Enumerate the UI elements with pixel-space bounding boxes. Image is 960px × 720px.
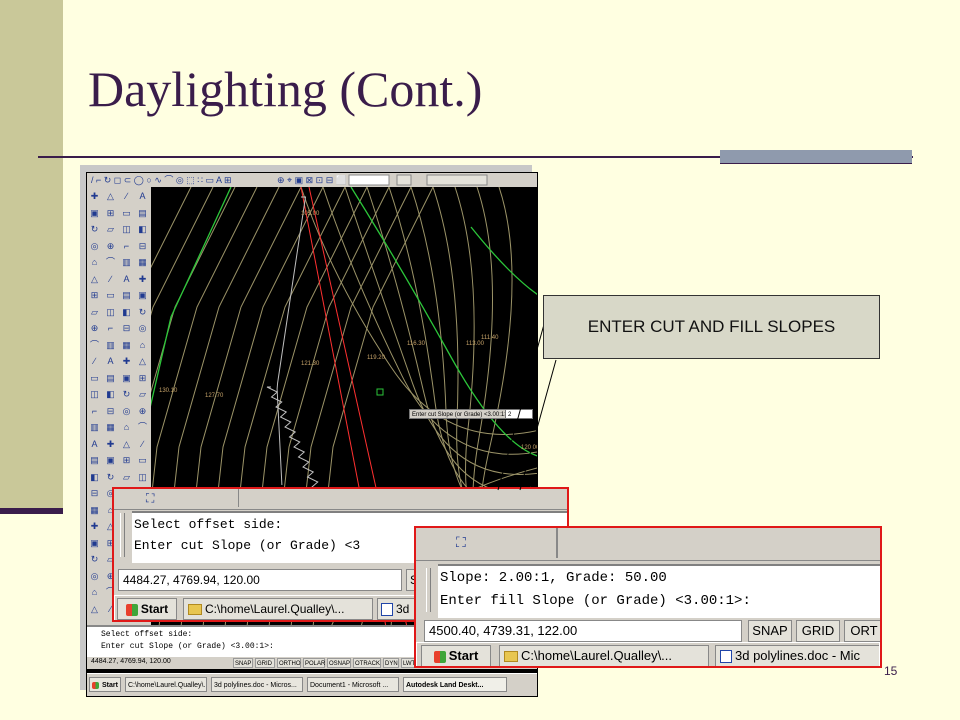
leader-line-2	[519, 359, 557, 491]
callout-box: ENTER CUT AND FILL SLOPES	[543, 295, 880, 359]
callout-leader-lines	[497, 309, 557, 491]
leader-line-1	[497, 309, 549, 491]
page-number: 15	[884, 664, 898, 678]
